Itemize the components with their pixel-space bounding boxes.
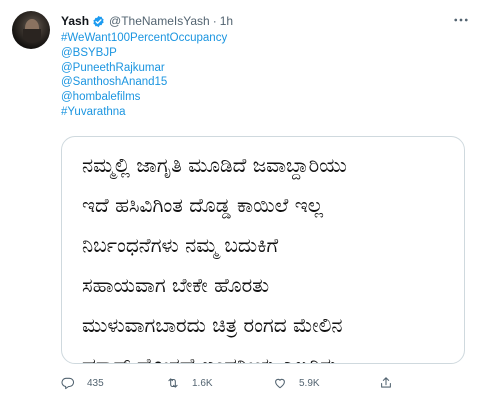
author-name[interactable]: Yash — [61, 14, 89, 28]
image-text-line: ನಿರ್ಬಂಧನೆಗಳು ನಮ್ಮ ಬದುಕಿಗೆ — [82, 233, 279, 257]
retweet-count: 1.6K — [192, 377, 213, 389]
image-text-line: ಹಠಾತ್ ದೋರಣೆ ಖಂಡನೀಯ ಎಲ್ಲರಿಗು — [82, 345, 456, 363]
tweet-time[interactable]: 1h — [220, 14, 233, 28]
header-separator: · — [212, 14, 217, 28]
hashtag-link[interactable]: #Yuvarathna — [61, 105, 227, 120]
hashtag-link[interactable]: #WeWant100PercentOccupancy — [61, 31, 227, 46]
reply-count: 435 — [87, 377, 104, 389]
image-text: ನಮ್ಮಲ್ಲಿ ಜಾಗೃತಿ ಮೂಡಿದೆ ಜವಾಬ್ದಾರಿಯು ಇದೆ ಹ… — [82, 137, 456, 363]
action-bar: 435 1.6K 5.9K — [61, 374, 465, 392]
mention-link[interactable]: @hombalefilms — [61, 90, 227, 105]
avatar[interactable] — [12, 11, 50, 49]
like-button[interactable]: 5.9K — [273, 374, 320, 392]
share-icon — [381, 377, 391, 388]
tweet-image[interactable]: ನಮ್ಮಲ್ಲಿ ಜಾಗೃತಿ ಮೂಡಿದೆ ಜವಾಬ್ದಾರಿಯು ಇದೆ ಹ… — [61, 136, 465, 364]
image-text-line: ಇದೆ ಹಸಿವಿಗಿಂತ ದೊಡ್ಡ ಕಾಯಿಲೆ ಇಲ್ಲ — [82, 193, 324, 217]
verified-badge-icon — [93, 15, 104, 27]
tweet-text: #WeWant100PercentOccupancy @BSYBJP @Pune… — [61, 31, 227, 120]
mention-link[interactable]: @BSYBJP — [61, 46, 227, 61]
mention-link[interactable]: @PuneethRajkumar — [61, 61, 227, 76]
image-text-line: ಸಹಾಯವಾಗ ಬೇಕೇ ಹೊರತು — [82, 273, 270, 297]
like-count: 5.9K — [299, 377, 320, 389]
tweet-header: Yash @TheNameIsYash · 1h — [61, 13, 233, 29]
mention-link[interactable]: @SanthoshAnand15 — [61, 75, 227, 90]
share-button[interactable] — [379, 374, 393, 392]
reply-icon — [61, 377, 75, 390]
image-text-line: ಮುಳುವಾಗಬಾರದು ಚಿತ್ರ ರಂಗದ ಮೇಲಿನ — [82, 313, 343, 337]
avatar-beard — [23, 29, 41, 43]
reply-button[interactable]: 435 — [61, 374, 104, 392]
author-handle[interactable]: @TheNameIsYash — [109, 14, 210, 28]
tweet[interactable]: Yash @TheNameIsYash · 1h #WeWant100Perce… — [0, 0, 479, 401]
retweet-button[interactable]: 1.6K — [166, 374, 213, 392]
retweet-icon — [168, 378, 178, 388]
like-icon — [275, 378, 285, 389]
more-icon[interactable] — [452, 12, 470, 28]
image-text-line: ನಮ್ಮಲ್ಲಿ ಜಾಗೃತಿ ಮೂಡಿದೆ ಜವಾಬ್ದಾರಿಯು — [82, 153, 347, 177]
